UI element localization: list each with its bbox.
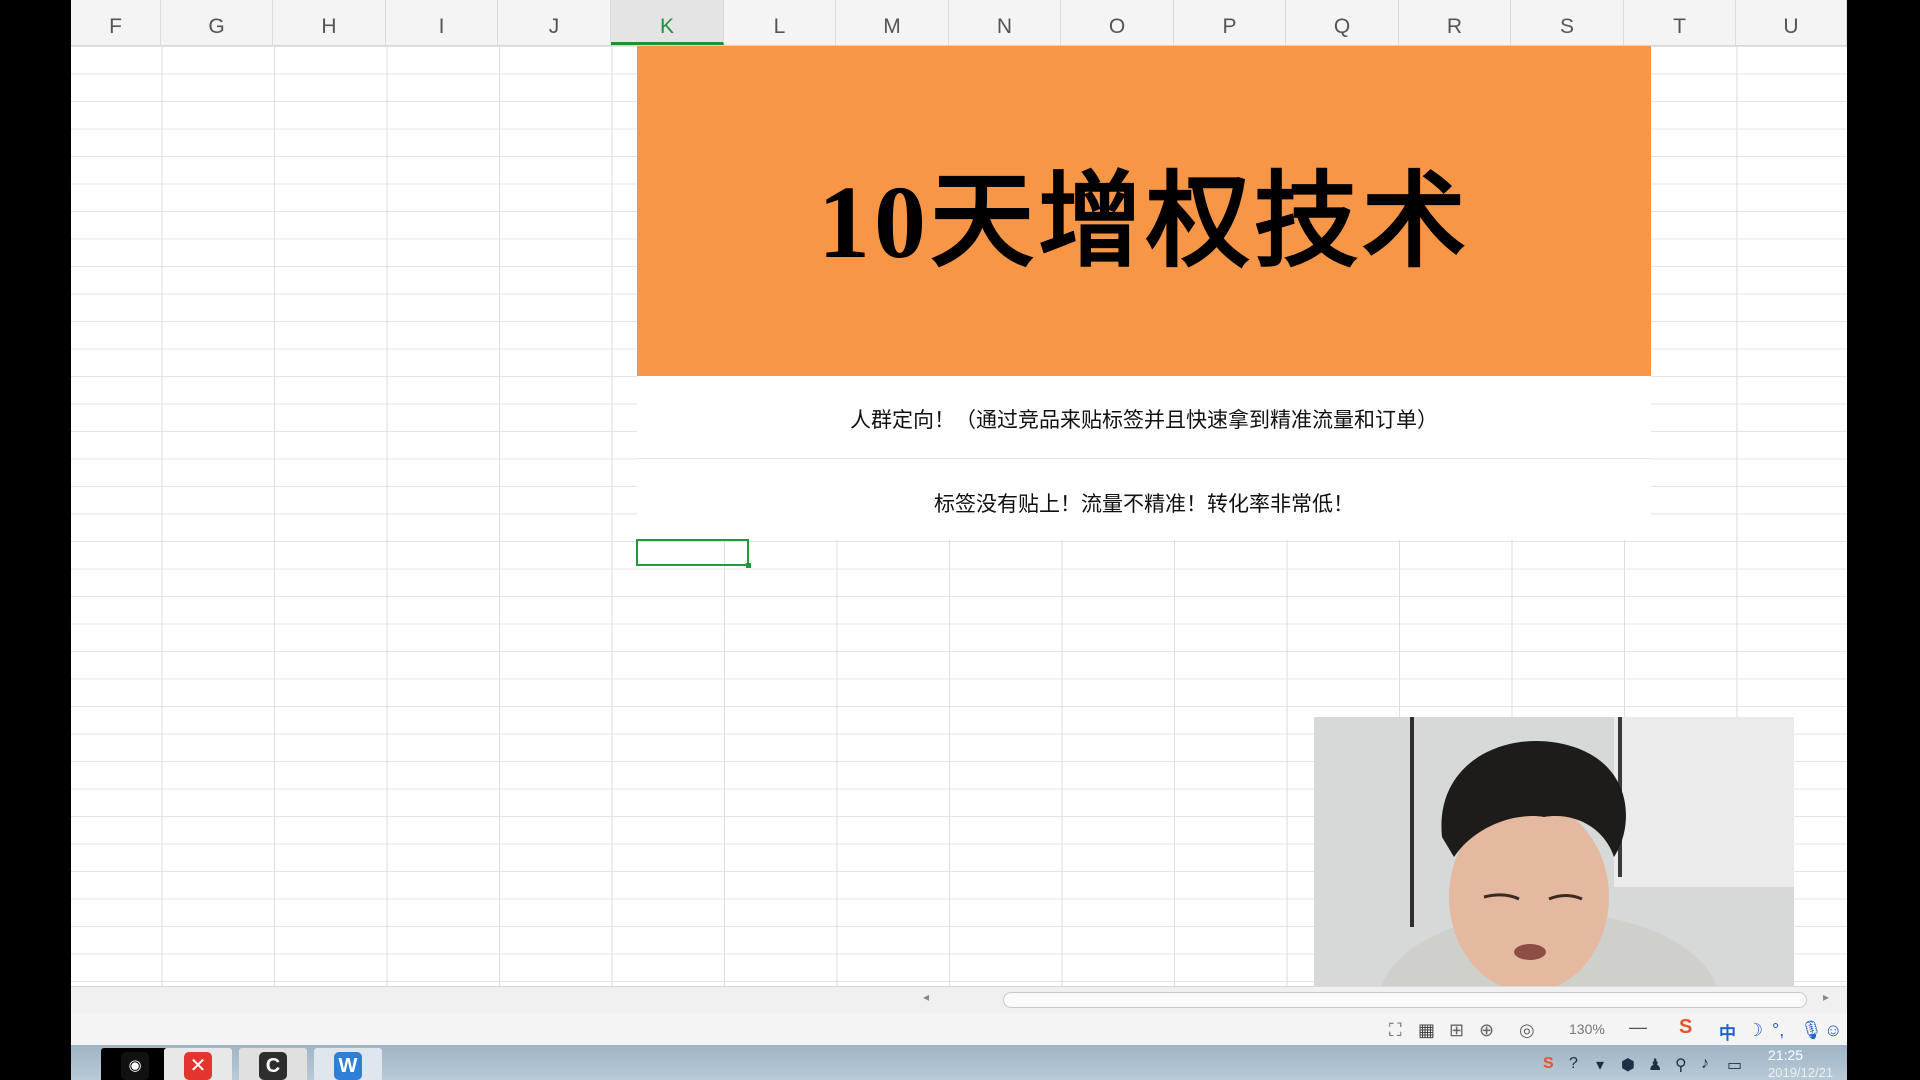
normal-view-icon[interactable]: ▦	[1418, 1020, 1435, 1041]
taskbar-date[interactable]: 2019/12/21	[1768, 1065, 1833, 1080]
taskbar-obs-app[interactable]: ◉	[101, 1048, 169, 1080]
page-break-view-icon[interactable]: ⊞	[1449, 1020, 1464, 1041]
tray-help-icon[interactable]: ?	[1569, 1055, 1578, 1073]
tray-display-icon[interactable]: ▭	[1727, 1055, 1742, 1075]
ime-punctuation-icon[interactable]: °,	[1772, 1020, 1784, 1041]
tray-volume-icon[interactable]: ♪	[1701, 1055, 1709, 1073]
column-header-t[interactable]: T	[1624, 0, 1736, 45]
camtasia-icon: C	[259, 1052, 287, 1080]
column-header-s[interactable]: S	[1511, 0, 1624, 45]
scroll-right-icon[interactable]: ▸	[1823, 990, 1829, 1004]
taskbar-camtasia-app[interactable]: C	[239, 1048, 307, 1080]
status-bar: ⛶ ▦ ⊞ ⊕ ◎ 130% — S 中 ☽ °, 🎙 ☺	[71, 1013, 1847, 1045]
column-header-f[interactable]: F	[71, 0, 161, 45]
title-banner-cell[interactable]: 10天增权技术	[637, 46, 1651, 376]
ime-halfwidth-icon[interactable]: ☽	[1747, 1020, 1763, 1041]
column-header-p[interactable]: P	[1174, 0, 1286, 45]
reading-layout-icon[interactable]: ⊕	[1479, 1020, 1494, 1041]
ime-voice-icon[interactable]: 🎙	[1800, 1020, 1823, 1041]
obs-icon: ◉	[121, 1052, 149, 1080]
column-header-i[interactable]: I	[386, 0, 498, 45]
scrollbar-thumb[interactable]	[1003, 992, 1807, 1008]
tray-network-icon[interactable]: ⚲	[1675, 1055, 1687, 1075]
zoom-level[interactable]: 130%	[1569, 1021, 1605, 1037]
column-header-m[interactable]: M	[836, 0, 949, 45]
merged-text-cells[interactable]: 人群定向！（通过竞品来贴标签并且快速拿到精准流量和订单） 标签没有贴上！流量不精…	[637, 376, 1651, 540]
ime-user-icon[interactable]: ☺	[1824, 1020, 1842, 1041]
selected-cell[interactable]	[636, 539, 751, 568]
wps-icon: W	[334, 1052, 362, 1080]
column-header-j[interactable]: J	[498, 0, 611, 45]
column-header-o[interactable]: O	[1061, 0, 1174, 45]
tray-qq-icon[interactable]: ♟	[1648, 1055, 1662, 1075]
column-header-bar: F G H I J K L M N O P Q R S T U	[71, 0, 1847, 46]
spreadsheet-window: F G H I J K L M N O P Q R S T U 10天增权技术 …	[71, 0, 1847, 1080]
tray-arrow-icon[interactable]: ▾	[1596, 1055, 1604, 1075]
taskbar: ◉ ✕ C W S ? ▾ ⬢ ♟ ⚲ ♪ ▭ 21:25 2019/12/21	[71, 1045, 1847, 1080]
tray-cube-icon[interactable]: ⬢	[1621, 1055, 1635, 1075]
column-header-g[interactable]: G	[161, 0, 273, 45]
webcam-overlay	[1314, 717, 1794, 987]
taskbar-wps-app[interactable]: W	[314, 1048, 382, 1080]
taskbar-xmind-app[interactable]: ✕	[164, 1048, 232, 1080]
tag-problem-text: 标签没有贴上！流量不精准！转化率非常低！	[934, 493, 1354, 516]
xmind-icon: ✕	[184, 1052, 212, 1080]
fullscreen-icon[interactable]: ⛶	[1389, 1020, 1402, 1041]
row-divider	[637, 458, 1651, 459]
sogou-ime-icon[interactable]: S	[1679, 1016, 1692, 1039]
column-header-q[interactable]: Q	[1286, 0, 1399, 45]
tray-sogou-icon[interactable]: S	[1543, 1055, 1554, 1073]
presenter-video-image	[1314, 717, 1794, 987]
zoom-out-button[interactable]: —	[1629, 1017, 1647, 1038]
ime-chinese-mode[interactable]: 中	[1719, 1019, 1736, 1044]
column-header-l[interactable]: L	[724, 0, 836, 45]
scroll-left-icon[interactable]: ◂	[923, 990, 929, 1004]
column-header-h[interactable]: H	[273, 0, 386, 45]
column-header-k[interactable]: K	[611, 0, 724, 45]
column-header-u[interactable]: U	[1736, 0, 1847, 45]
eye-protection-icon[interactable]: ◎	[1519, 1020, 1535, 1041]
taskbar-clock[interactable]: 21:25	[1768, 1047, 1803, 1063]
audience-targeting-text: 人群定向！（通过竞品来贴标签并且快速拿到精准流量和订单）	[850, 409, 1438, 432]
horizontal-scrollbar[interactable]: ◂ ▸	[71, 986, 1847, 1013]
banner-title: 10天增权技术	[817, 164, 1470, 280]
column-header-r[interactable]: R	[1399, 0, 1511, 45]
column-header-n[interactable]: N	[949, 0, 1061, 45]
